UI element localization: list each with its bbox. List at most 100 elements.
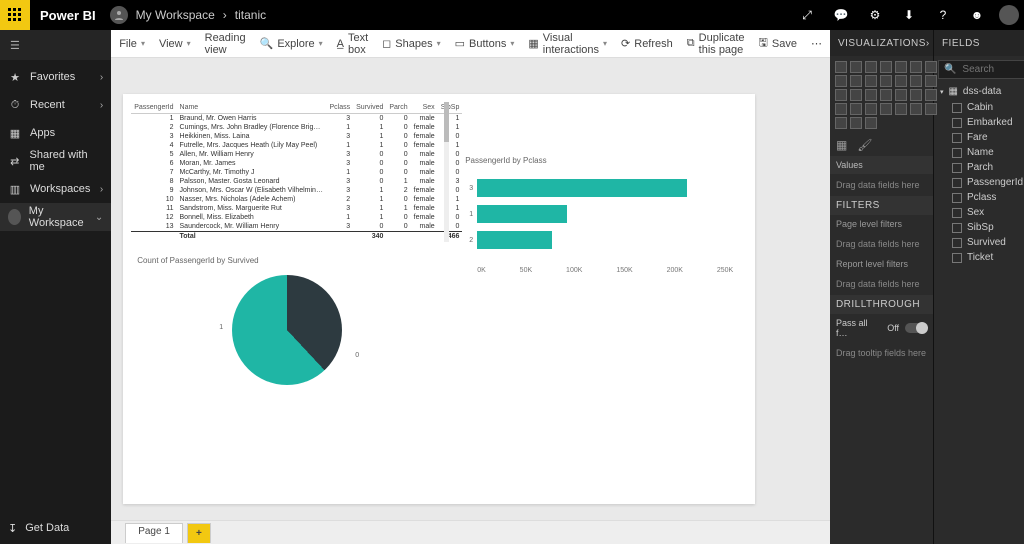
hamburger-icon[interactable]: ☰ — [0, 30, 111, 60]
viz-type-icon[interactable] — [835, 75, 847, 87]
settings-icon[interactable]: ⚙ — [858, 0, 892, 30]
checkbox-icon[interactable] — [952, 118, 962, 128]
values-drop-zone[interactable]: Drag data fields here — [830, 174, 933, 196]
field-item[interactable]: Fare — [948, 130, 1024, 145]
viz-type-icon[interactable] — [850, 103, 862, 115]
field-item[interactable]: PassengerId — [948, 175, 1024, 190]
field-item[interactable]: Parch — [948, 160, 1024, 175]
bar-visual[interactable]: PassengerId by Pclass 312 0K50K100K150K2… — [459, 154, 739, 304]
viz-type-icon[interactable] — [880, 103, 892, 115]
sidebar-my-workspace[interactable]: My Workspace ⌄ — [0, 203, 111, 231]
field-item[interactable]: Name — [948, 145, 1024, 160]
page-filters-drop[interactable]: Drag data fields here — [830, 233, 933, 255]
pie-visual[interactable]: Count of PassengerId by Survived 0 1 — [131, 252, 443, 412]
viz-type-icon[interactable] — [835, 103, 847, 115]
field-item[interactable]: SibSp — [948, 220, 1024, 235]
viz-type-icon[interactable] — [850, 89, 862, 101]
fullscreen-icon[interactable]: ⤢ — [790, 0, 824, 30]
search-icon: 🔍 — [944, 64, 956, 75]
table-visual[interactable]: PassengerIdNamePclassSurvivedParchSexSib… — [131, 102, 443, 242]
viz-type-icon[interactable] — [835, 89, 847, 101]
viz-type-icon[interactable] — [850, 117, 862, 129]
viz-type-icon[interactable] — [865, 117, 877, 129]
app-launcher-icon[interactable] — [0, 0, 30, 30]
fields-header[interactable]: FIELDS› — [934, 30, 1024, 56]
search-input[interactable] — [962, 64, 1024, 75]
checkbox-icon[interactable] — [952, 148, 962, 158]
textbox-button[interactable]: A̲Text box — [337, 32, 369, 56]
account-avatar[interactable] — [994, 0, 1024, 30]
file-menu[interactable]: File▾ — [119, 38, 145, 50]
viz-type-icon[interactable] — [880, 61, 892, 73]
explore-button[interactable]: 🔍Explore▾ — [260, 37, 323, 50]
tooltip-drop[interactable]: Drag tooltip fields here — [830, 342, 933, 364]
save-button[interactable]: 🖫Save — [759, 34, 797, 53]
checkbox-icon[interactable] — [952, 163, 962, 173]
sidebar-item[interactable]: ▥Workspaces› — [0, 175, 111, 203]
viz-type-icon[interactable] — [835, 61, 847, 73]
chat-icon[interactable]: 💬 — [824, 0, 858, 30]
refresh-button[interactable]: ⟳Refresh — [621, 37, 673, 50]
tab-page-1[interactable]: Page 1 — [125, 523, 183, 543]
reading-view-button[interactable]: Reading view — [205, 32, 246, 56]
field-item[interactable]: Sex — [948, 205, 1024, 220]
scrollbar[interactable] — [444, 102, 449, 242]
sidebar-item[interactable]: ⇄Shared with me — [0, 147, 111, 175]
fields-search[interactable]: 🔍 — [938, 60, 1024, 79]
checkbox-icon[interactable] — [952, 178, 962, 188]
sidebar-icon: ▦ — [8, 127, 22, 140]
viz-type-icon[interactable] — [895, 61, 907, 73]
add-page-button[interactable]: + — [187, 523, 211, 543]
checkbox-icon[interactable] — [952, 253, 962, 263]
viz-type-icon[interactable] — [910, 61, 922, 73]
viz-type-icon[interactable] — [910, 75, 922, 87]
shapes-button[interactable]: ◻Shapes▾ — [382, 37, 440, 50]
checkbox-icon[interactable] — [952, 133, 962, 143]
viz-type-icon[interactable] — [895, 75, 907, 87]
checkbox-icon[interactable] — [952, 238, 962, 248]
viz-type-icon[interactable] — [910, 103, 922, 115]
field-item[interactable]: Survived — [948, 235, 1024, 250]
field-item[interactable]: Ticket — [948, 250, 1024, 265]
sidebar-item[interactable]: ⏱Recent› — [0, 91, 111, 119]
viz-type-icon[interactable] — [865, 61, 877, 73]
checkbox-icon[interactable] — [952, 193, 962, 203]
pass-all-toggle[interactable] — [905, 323, 927, 333]
field-item[interactable]: Cabin — [948, 100, 1024, 115]
field-item[interactable]: Embarked — [948, 115, 1024, 130]
viz-type-icon[interactable] — [895, 89, 907, 101]
duplicate-page-button[interactable]: ⧉Duplicate this page — [687, 32, 745, 56]
viz-type-icon[interactable] — [850, 61, 862, 73]
more-icon[interactable]: ⋯ — [811, 37, 822, 50]
report-filters-drop[interactable]: Drag data fields here — [830, 273, 933, 295]
visual-interactions-button[interactable]: ▦Visual interactions▾ — [528, 32, 607, 56]
feedback-icon[interactable]: ☻ — [960, 0, 994, 30]
help-icon[interactable]: ? — [926, 0, 960, 30]
checkbox-icon[interactable] — [952, 103, 962, 113]
checkbox-icon[interactable] — [952, 223, 962, 233]
get-data-button[interactable]: ↧ Get Data — [0, 512, 111, 544]
viz-type-icon[interactable] — [850, 75, 862, 87]
report-canvas[interactable]: PassengerIdNamePclassSurvivedParchSexSib… — [111, 58, 830, 520]
viz-type-icon[interactable] — [835, 117, 847, 129]
viz-type-icon[interactable] — [865, 89, 877, 101]
viz-type-icon[interactable] — [865, 103, 877, 115]
checkbox-icon[interactable] — [952, 208, 962, 218]
table-node[interactable]: ▾ ▦ dss-data — [934, 83, 1024, 100]
fields-well-icon[interactable]: ▦ — [836, 138, 847, 152]
viz-type-icon[interactable] — [880, 89, 892, 101]
sidebar-item[interactable]: ★Favorites› — [0, 63, 111, 91]
breadcrumb-report[interactable]: titanic — [235, 8, 266, 22]
sidebar-item[interactable]: ▦Apps — [0, 119, 111, 147]
viz-type-icon[interactable] — [880, 75, 892, 87]
visualizations-header[interactable]: VISUALIZATIONS› — [830, 30, 933, 56]
download-icon[interactable]: ⬇ — [892, 0, 926, 30]
buttons-button[interactable]: ▭Buttons▾ — [455, 37, 515, 50]
viz-type-icon[interactable] — [895, 103, 907, 115]
format-icon[interactable]: 🖌 — [857, 138, 872, 152]
breadcrumb-workspace[interactable]: My Workspace — [136, 8, 215, 22]
field-item[interactable]: Pclass — [948, 190, 1024, 205]
viz-type-icon[interactable] — [910, 89, 922, 101]
viz-type-icon[interactable] — [865, 75, 877, 87]
view-menu[interactable]: View▾ — [159, 38, 191, 50]
